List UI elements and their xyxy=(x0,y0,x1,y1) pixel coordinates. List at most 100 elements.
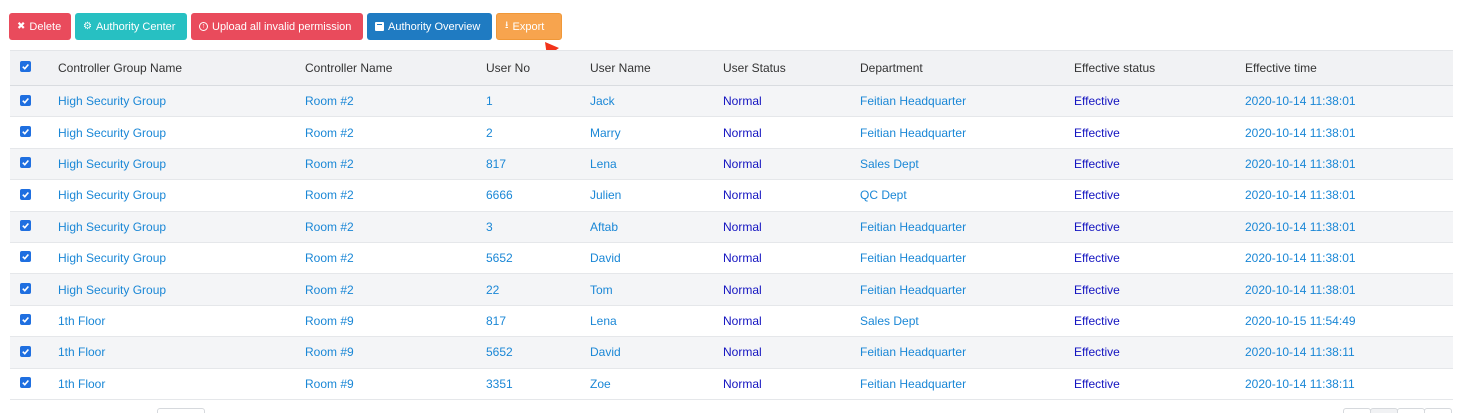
cell-controller-name[interactable]: Room #9 xyxy=(305,368,486,399)
pagination-prev[interactable] xyxy=(1343,408,1371,413)
cell-user-name[interactable]: Marry xyxy=(590,117,723,148)
cell-user-name[interactable]: Julien xyxy=(590,180,723,211)
authority-overview-button[interactable]: Authority Overview xyxy=(367,13,492,40)
row-checkbox[interactable] xyxy=(20,314,31,326)
cell-user-name[interactable]: Lena xyxy=(590,148,723,179)
cell-department[interactable]: Feitian Headquarter xyxy=(860,242,1074,273)
cell-effective-time: 2020-10-14 11:38:01 xyxy=(1245,188,1356,203)
cell-user-no[interactable]: 22 xyxy=(486,274,590,305)
cell-user-name[interactable]: Tom xyxy=(590,274,723,305)
header-user-status[interactable]: User Status xyxy=(723,51,860,86)
cell-controller-name[interactable]: Room #2 xyxy=(305,148,486,179)
cell-department[interactable]: Sales Dept xyxy=(860,305,1074,336)
header-controller-name[interactable]: Controller Name xyxy=(305,51,486,86)
cell-controller-group-name[interactable]: 1th Floor xyxy=(58,368,305,399)
cell-controller-name[interactable]: Room #2 xyxy=(305,211,486,242)
row-checkbox[interactable] xyxy=(20,251,31,263)
cell-department[interactable]: Feitian Headquarter xyxy=(860,211,1074,242)
cell-user-name[interactable]: Zoe xyxy=(590,368,723,399)
cell-controller-name[interactable]: Room #2 xyxy=(305,180,486,211)
row-checkbox[interactable] xyxy=(20,377,31,389)
select-all-checkbox[interactable] xyxy=(20,61,31,73)
cell-department[interactable]: Sales Dept xyxy=(860,148,1074,179)
cell-user-no[interactable]: 3351 xyxy=(486,368,590,399)
cell-controller-name[interactable]: Room #9 xyxy=(305,337,486,368)
row-checkbox[interactable] xyxy=(20,345,31,357)
cell-user-no[interactable]: 2 xyxy=(486,117,590,148)
cell-controller-name[interactable]: Room #2 xyxy=(305,117,486,148)
cell-user-name[interactable]: Jack xyxy=(590,86,723,117)
table-row[interactable]: High Security Group Room #2 2 Marry Normal Fe… xyxy=(10,116,1453,149)
cell-effective-status: Effective xyxy=(1074,282,1120,297)
archive-icon xyxy=(375,22,384,31)
pagination-current[interactable] xyxy=(1370,408,1398,413)
row-checkbox[interactable] xyxy=(20,220,31,232)
pagination-last[interactable] xyxy=(1424,408,1452,413)
cell-department[interactable]: Feitian Headquarter xyxy=(860,337,1074,368)
table-row[interactable]: High Security Group Room #2 5652 David Norma… xyxy=(10,242,1453,274)
cell-controller-group-name[interactable]: High Security Group xyxy=(58,148,305,179)
authority-center-button[interactable]: ⚙ Authority Center xyxy=(75,13,187,40)
upload-invalid-permission-button[interactable]: ↑ Upload all invalid permission xyxy=(191,13,363,40)
cell-department[interactable]: Feitian Headquarter xyxy=(860,86,1074,117)
cell-controller-group-name[interactable]: High Security Group xyxy=(58,211,305,242)
row-checkbox[interactable] xyxy=(20,157,31,169)
row-checkbox[interactable] xyxy=(20,94,31,106)
cell-user-name[interactable]: Aftab xyxy=(590,211,723,242)
header-effective-status[interactable]: Effective status xyxy=(1074,51,1245,86)
cell-user-name[interactable]: Lena xyxy=(590,305,723,336)
toolbar: ✖ Delete ⚙ Authority Center ↑ Upload all… xyxy=(9,13,562,40)
cell-controller-group-name[interactable]: High Security Group xyxy=(58,117,305,148)
cell-controller-name[interactable]: Room #2 xyxy=(305,86,486,117)
row-checkbox[interactable] xyxy=(20,188,31,200)
cell-user-no[interactable]: 817 xyxy=(486,305,590,336)
header-user-name[interactable]: User Name xyxy=(590,51,723,86)
header-controller-group-name[interactable]: Controller Group Name xyxy=(58,51,305,86)
row-checkbox[interactable] xyxy=(20,282,31,294)
table-row[interactable]: High Security Group Room #2 817 Lena Normal S… xyxy=(10,148,1453,180)
cell-user-no[interactable]: 817 xyxy=(486,148,590,179)
cell-user-no[interactable]: 6666 xyxy=(486,180,590,211)
cell-user-no[interactable]: 5652 xyxy=(486,242,590,273)
cell-department[interactable]: QC Dept xyxy=(860,180,1074,211)
cell-effective-status: Effective xyxy=(1074,219,1120,234)
table-row[interactable]: 1th Floor Room #9 817 Lena Normal Sales Dept E… xyxy=(10,305,1453,337)
cell-user-name[interactable]: David xyxy=(590,242,723,273)
cell-user-no[interactable]: 1 xyxy=(486,86,590,117)
cell-controller-group-name[interactable]: High Security Group xyxy=(58,274,305,305)
delete-button[interactable]: ✖ Delete xyxy=(9,13,71,40)
page-size-select[interactable] xyxy=(157,408,205,413)
cell-effective-time: 2020-10-14 11:38:01 xyxy=(1245,251,1356,266)
row-checkbox-cell xyxy=(10,305,58,336)
pagination-next[interactable] xyxy=(1397,408,1425,413)
cell-controller-group-name[interactable]: 1th Floor xyxy=(58,337,305,368)
cell-controller-name[interactable]: Room #9 xyxy=(305,305,486,336)
cell-user-no[interactable]: 5652 xyxy=(486,337,590,368)
row-checkbox[interactable] xyxy=(20,125,31,137)
export-button[interactable]: ⭳ Export xyxy=(496,13,562,40)
cell-controller-name[interactable]: Room #2 xyxy=(305,242,486,273)
cell-department[interactable]: Feitian Headquarter xyxy=(860,368,1074,399)
cell-department[interactable]: Feitian Headquarter xyxy=(860,274,1074,305)
cell-user-no[interactable]: 3 xyxy=(486,211,590,242)
cell-controller-group-name[interactable]: High Security Group xyxy=(58,180,305,211)
table-row[interactable]: High Security Group Room #2 6666 Julien Norm… xyxy=(10,179,1453,212)
cell-controller-group-name[interactable]: 1th Floor xyxy=(58,305,305,336)
table-row[interactable]: High Security Group Room #2 3 Aftab Normal Fe… xyxy=(10,211,1453,243)
export-button-label: Export xyxy=(512,20,545,33)
table-row[interactable]: 1th Floor Room #9 5652 David Normal Feitian H… xyxy=(10,336,1453,369)
header-department[interactable]: Department xyxy=(860,51,1074,86)
header-effective-time[interactable]: Effective time xyxy=(1245,51,1453,86)
cell-controller-group-name[interactable]: High Security Group xyxy=(58,242,305,273)
row-checkbox-cell xyxy=(10,211,58,242)
cell-controller-group-name[interactable]: High Security Group xyxy=(58,86,305,117)
cell-controller-name[interactable]: Room #2 xyxy=(305,274,486,305)
header-user-no[interactable]: User No xyxy=(486,51,590,86)
cell-user-status: Normal xyxy=(723,376,762,391)
cell-user-name[interactable]: David xyxy=(590,337,723,368)
table-row[interactable]: 1th Floor Room #9 3351 Zoe Normal Feitian Hea… xyxy=(10,368,1453,400)
table-row[interactable]: High Security Group Room #2 22 Tom Normal Fei… xyxy=(10,273,1453,306)
cell-department[interactable]: Feitian Headquarter xyxy=(860,117,1074,148)
table-row[interactable]: High Security Group Room #2 1 Jack Normal Fei… xyxy=(10,85,1453,117)
table-header-row: Controller Group Name Controller Name Us… xyxy=(10,50,1453,86)
